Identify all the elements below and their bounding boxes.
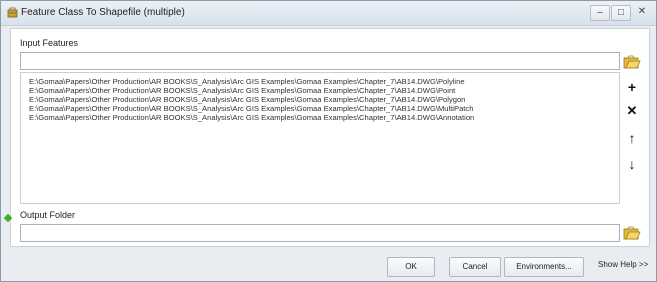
- list-item[interactable]: E:\Gomaa\Papers\Other Production\AR BOOK…: [29, 113, 474, 122]
- dialog-window: Feature Class To Shapefile (multiple) – …: [0, 0, 657, 282]
- toolbox-icon: [7, 7, 18, 18]
- output-folder-label: Output Folder: [20, 210, 76, 220]
- maximize-button[interactable]: □: [611, 5, 631, 21]
- dialog-content: Input Features E:\Gomaa\Papers\Other Pro…: [3, 28, 650, 247]
- minimize-button[interactable]: –: [590, 5, 610, 21]
- show-help-button[interactable]: Show Help >>: [598, 260, 648, 269]
- remove-icon[interactable]: ✕: [623, 102, 641, 120]
- input-features-field[interactable]: [20, 52, 620, 70]
- input-features-list[interactable]: E:\Gomaa\Papers\Other Production\AR BOOK…: [20, 72, 620, 204]
- environments-button[interactable]: Environments...: [504, 257, 584, 277]
- ok-button[interactable]: OK: [387, 257, 435, 277]
- list-item[interactable]: E:\Gomaa\Papers\Other Production\AR BOOK…: [29, 95, 465, 104]
- open-folder-icon[interactable]: [623, 54, 641, 70]
- window-title: Feature Class To Shapefile (multiple): [21, 7, 185, 18]
- output-folder-field[interactable]: [20, 224, 620, 242]
- move-down-icon[interactable]: ↓: [623, 155, 641, 173]
- cancel-button[interactable]: Cancel: [449, 257, 501, 277]
- input-features-label: Input Features: [20, 38, 79, 48]
- list-item[interactable]: E:\Gomaa\Papers\Other Production\AR BOOK…: [29, 77, 465, 86]
- green-dot-icon: [3, 213, 13, 223]
- list-item[interactable]: E:\Gomaa\Papers\Other Production\AR BOOK…: [29, 104, 473, 113]
- move-up-icon[interactable]: ↑: [623, 129, 641, 147]
- open-folder-icon[interactable]: [623, 225, 641, 241]
- add-icon[interactable]: +: [623, 78, 641, 96]
- list-item[interactable]: E:\Gomaa\Papers\Other Production\AR BOOK…: [29, 86, 455, 95]
- close-button[interactable]: ✕: [634, 5, 650, 19]
- title-bar[interactable]: Feature Class To Shapefile (multiple) – …: [1, 1, 656, 26]
